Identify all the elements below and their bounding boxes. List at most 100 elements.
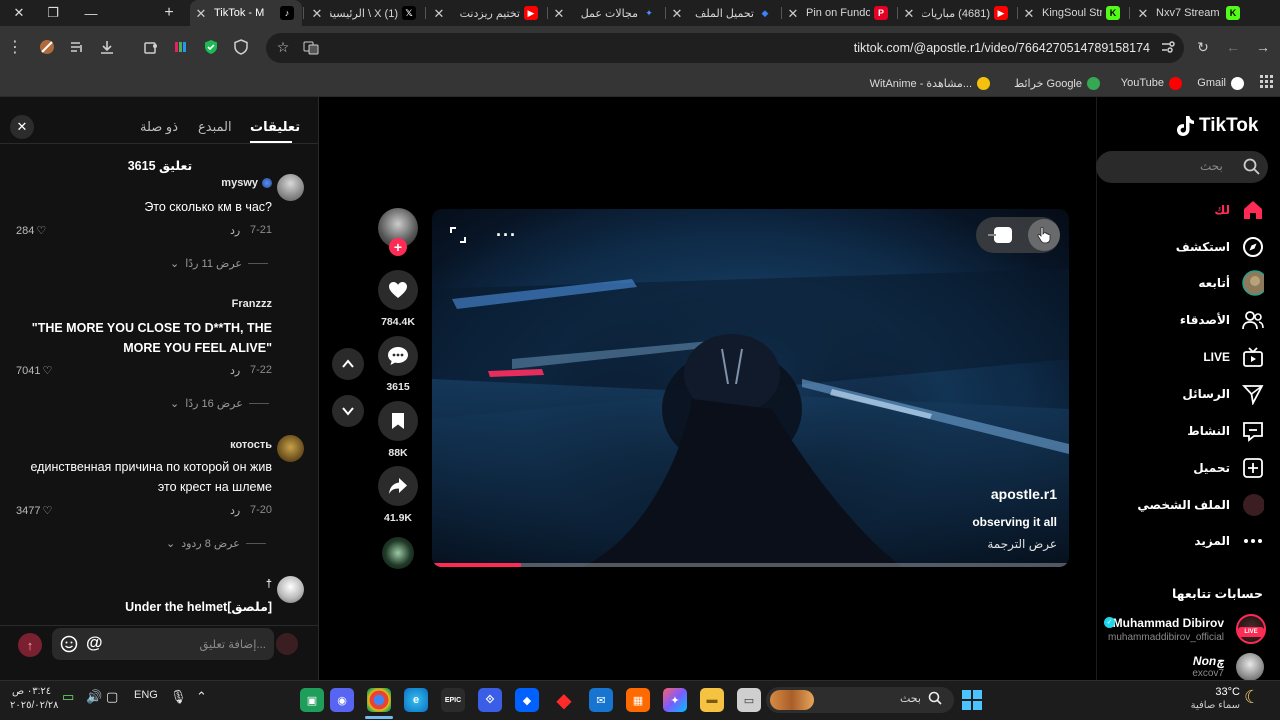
input-language[interactable]: ENG (134, 689, 158, 701)
tab-related[interactable]: ذو صلة (140, 119, 178, 135)
tray-overflow-icon[interactable]: ⌃ (196, 689, 207, 705)
browser-tab[interactable]: ✕ Nxv7 Stream K (1132, 0, 1248, 26)
microphone-icon[interactable]: 🎙 (170, 689, 187, 705)
epic-games-icon[interactable]: EPIC (441, 688, 465, 712)
microsoft-store-icon[interactable]: ▦ (626, 688, 650, 712)
sidebar-item-compass[interactable]: استكشف (1176, 234, 1264, 260)
video-author[interactable]: apostle.r1 (991, 486, 1057, 502)
comment-button[interactable] (378, 336, 418, 376)
follow-plus-icon[interactable]: + (389, 238, 407, 256)
weather-text[interactable]: سماء صافية (1170, 700, 1240, 711)
volume-icon[interactable]: 🔊 (86, 689, 102, 705)
task-view-icon[interactable]: ▭ (737, 688, 761, 712)
discord-icon[interactable]: ◉ (330, 688, 354, 712)
site-settings-icon[interactable] (1157, 36, 1179, 58)
sidebar-item-home[interactable]: لك (1214, 197, 1264, 223)
tiktok-logo[interactable]: TikTok (1174, 114, 1258, 138)
comment-username[interactable]: Franzzz (200, 298, 272, 310)
close-tab-icon[interactable]: ✕ (310, 6, 324, 22)
reply-link[interactable]: رد (230, 364, 240, 377)
bookmark-item[interactable]: YouTube (1121, 73, 1182, 93)
battery-icon[interactable]: ▭ (62, 689, 74, 705)
search-placeholder[interactable]: بحث (1200, 159, 1223, 173)
comment-username[interactable]: † (250, 578, 272, 590)
mention-icon[interactable]: @ (86, 633, 103, 653)
comment-author[interactable]: myswy (150, 177, 272, 189)
extension-icon[interactable] (36, 36, 58, 58)
close-tab-icon[interactable]: ✕ (1136, 6, 1150, 22)
colorful-extension-icon[interactable] (170, 36, 192, 58)
browser-tab[interactable]: ✕ KingSoul Stre K (1018, 0, 1128, 26)
menu-dots-icon[interactable]: ⋮ (4, 36, 26, 58)
view-replies-link[interactable]: ⌄ عرض 8 ردود (166, 537, 266, 550)
shield-icon[interactable] (230, 36, 252, 58)
weather-temp[interactable]: 33°C (1190, 686, 1240, 698)
copilot-icon[interactable]: ✦ (663, 688, 687, 712)
url-text[interactable]: tiktok.com/@apostle.r1/video/76642705147… (854, 41, 1150, 55)
dropbox-icon[interactable]: ◆ (515, 688, 539, 712)
apps-grid-icon[interactable] (1256, 71, 1278, 93)
new-tab-button[interactable]: + (150, 0, 188, 26)
comment-like-button[interactable]: 3477 ♡ (16, 504, 52, 518)
browser-tab[interactable]: ✕ مجالات عمل ✦ (548, 0, 664, 26)
more-options-icon[interactable]: ··· (496, 225, 517, 246)
browser-tab[interactable]: ✕ TikTok - M ♪ (190, 0, 302, 26)
progress-track[interactable] (432, 563, 1069, 567)
reply-link[interactable]: رد (230, 224, 240, 237)
avatar[interactable] (277, 576, 304, 603)
sidebar-item-inbox[interactable]: النشاط (1187, 418, 1264, 444)
comment-input-placeholder[interactable]: إضافة تعليق... (150, 637, 266, 651)
sidebar-item-more[interactable]: المزيد (1194, 528, 1264, 554)
close-tab-icon[interactable]: ✕ (432, 6, 446, 22)
browser-tab[interactable]: ✕ تحميل الملف ◆ (666, 0, 780, 26)
close-tab-icon[interactable]: ✕ (552, 6, 566, 22)
translate-icon[interactable] (300, 36, 322, 58)
forward-icon[interactable]: ← (1222, 36, 1244, 58)
avatar[interactable] (277, 174, 304, 201)
avatar[interactable] (1236, 653, 1264, 681)
android-app-icon[interactable]: ▣ (300, 688, 324, 712)
sidebar-item-friends[interactable]: الأصدقاء (1180, 307, 1264, 333)
search-icon[interactable] (928, 691, 942, 708)
sidebar-item-plus-box[interactable]: تحميل (1193, 455, 1264, 481)
search-icon[interactable] (1243, 158, 1260, 178)
taskbar-search-label[interactable]: بحث (900, 692, 921, 705)
see-translation-link[interactable]: عرض الترجمة (987, 537, 1057, 551)
star-bookmark-icon[interactable]: ☆ (272, 36, 294, 58)
sidebar-item-avatar[interactable]: أتابعه (1198, 270, 1264, 296)
browser-tab[interactable]: ✕ (4681) مباريات ▶ (898, 0, 1016, 26)
adblock-shield-icon[interactable] (200, 36, 222, 58)
reload-icon[interactable]: ↻ (1192, 36, 1214, 58)
minimize-window-button[interactable]: — (72, 0, 110, 26)
close-tab-icon[interactable]: ✕ (194, 6, 208, 22)
close-window-button[interactable]: ✕ (0, 0, 38, 26)
comment-username[interactable]: котость (200, 439, 272, 451)
sidebar-item-live[interactable]: LIVE (1203, 344, 1264, 370)
close-tab-icon[interactable]: ✕ (1022, 6, 1036, 22)
chrome-icon[interactable] (367, 688, 391, 712)
comment-username[interactable]: myswy (221, 177, 258, 189)
like-button[interactable] (378, 270, 418, 310)
view-replies-link[interactable]: ⌄ عرض 11 ردًا (170, 257, 268, 270)
extensions-puzzle-icon[interactable] (140, 36, 162, 58)
browser-tab[interactable]: ✕ Pin on Fundo P (782, 0, 896, 26)
fullscreen-icon[interactable] (450, 227, 466, 246)
close-tab-icon[interactable]: ✕ (786, 6, 800, 22)
close-comments-button[interactable]: ✕ (10, 115, 34, 139)
windows-start-icon[interactable] (960, 688, 984, 712)
comment-like-button[interactable]: 7041 ♡ (16, 364, 52, 378)
browser-tab[interactable]: ✕ تختيم ريزدنت ▶ (428, 0, 546, 26)
close-tab-icon[interactable]: ✕ (902, 6, 916, 22)
view-replies-link[interactable]: ⌄ عرض 16 ردًا (170, 397, 269, 410)
media-control-icon[interactable] (66, 36, 88, 58)
previous-video-button[interactable] (332, 348, 364, 380)
bookmark-item[interactable]: WitAnime - مشاهدة... (870, 73, 990, 93)
visual-studio-icon[interactable]: ⟐ (478, 688, 502, 712)
mail-icon[interactable]: ✉ (589, 688, 613, 712)
file-explorer-icon[interactable]: ▬ (700, 688, 724, 712)
volume-button[interactable] (1028, 219, 1060, 251)
following-name[interactable]: Muhammad Dibirov (1102, 616, 1224, 630)
download-icon[interactable] (96, 36, 118, 58)
bookmark-item[interactable]: Gmail (1197, 73, 1244, 93)
edge-icon[interactable]: e (404, 688, 428, 712)
